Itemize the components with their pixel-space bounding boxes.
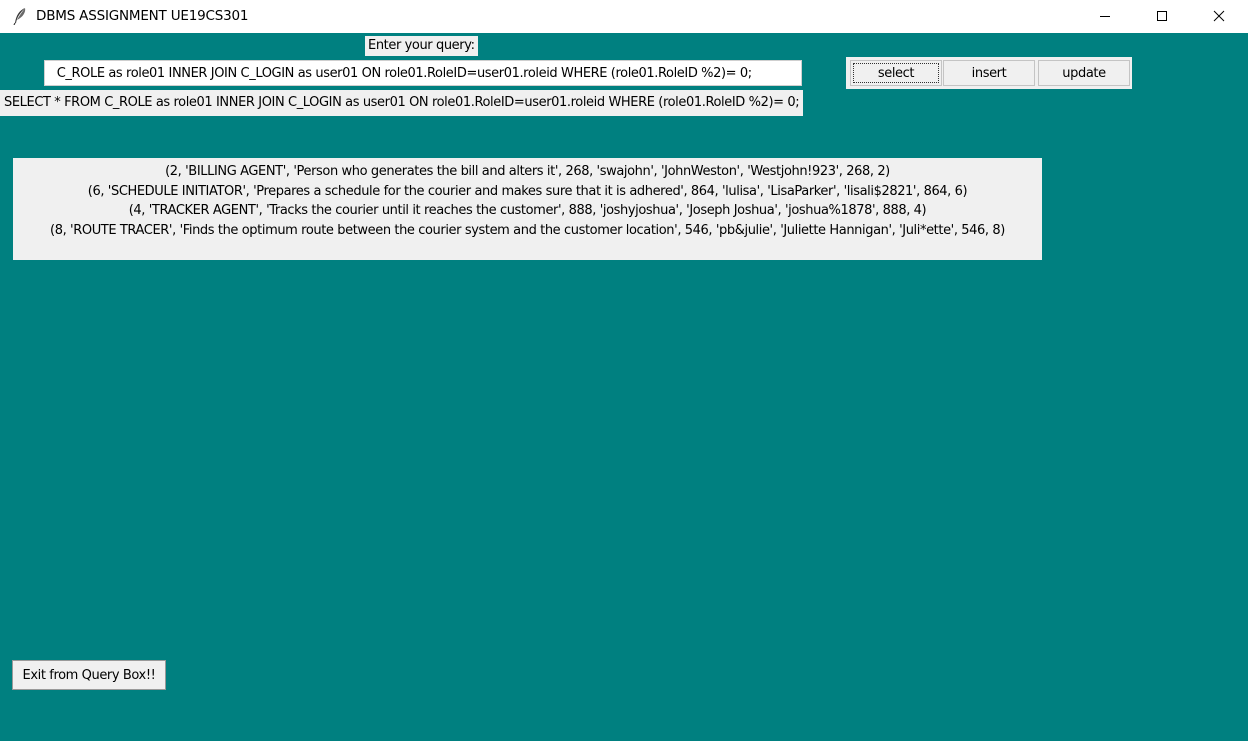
result-row: (8, 'ROUTE TRACER', 'Finds the optimum r… <box>50 222 1005 238</box>
close-icon <box>1213 10 1225 22</box>
minimize-button[interactable] <box>1082 0 1128 32</box>
feather-icon <box>12 7 28 26</box>
result-row: (4, 'TRACKER AGENT', 'Tracks the courier… <box>128 203 927 218</box>
select-button-label: select <box>877 65 915 81</box>
window-title: DBMS ASSIGNMENT UE19CS301 <box>36 8 249 24</box>
exit-button-label: Exit from Query Box!! <box>22 667 156 683</box>
insert-button-label: insert <box>971 65 1007 81</box>
minimize-icon <box>1099 10 1111 22</box>
select-button[interactable]: select <box>850 60 942 86</box>
app-window: DBMS ASSIGNMENT UE19CS301 Enter your que… <box>0 0 1248 741</box>
close-button[interactable] <box>1196 0 1242 32</box>
executed-query-label: SELECT * FROM C_ROLE as role01 INNER JOI… <box>0 90 804 116</box>
exit-button[interactable]: Exit from Query Box!! <box>12 660 166 690</box>
title-bar[interactable]: DBMS ASSIGNMENT UE19CS301 <box>0 0 1248 33</box>
update-button[interactable]: update <box>1038 60 1130 86</box>
result-row: (2, 'BILLING AGENT', 'Person who generat… <box>165 164 890 179</box>
maximize-button[interactable] <box>1139 0 1185 32</box>
update-button-label: update <box>1062 65 1106 81</box>
query-prompt-label: Enter your query: <box>365 36 478 56</box>
result-row: (6, 'SCHEDULE INITIATOR', 'Prepares a sc… <box>87 183 968 199</box>
query-input[interactable] <box>44 60 802 86</box>
insert-button[interactable]: insert <box>943 60 1035 86</box>
action-button-group: select insert update <box>846 57 1132 89</box>
query-results: (2, 'BILLING AGENT', 'Person who generat… <box>13 158 1042 260</box>
maximize-icon <box>1156 10 1168 22</box>
client-area: Enter your query: select insert update S… <box>0 33 1248 741</box>
